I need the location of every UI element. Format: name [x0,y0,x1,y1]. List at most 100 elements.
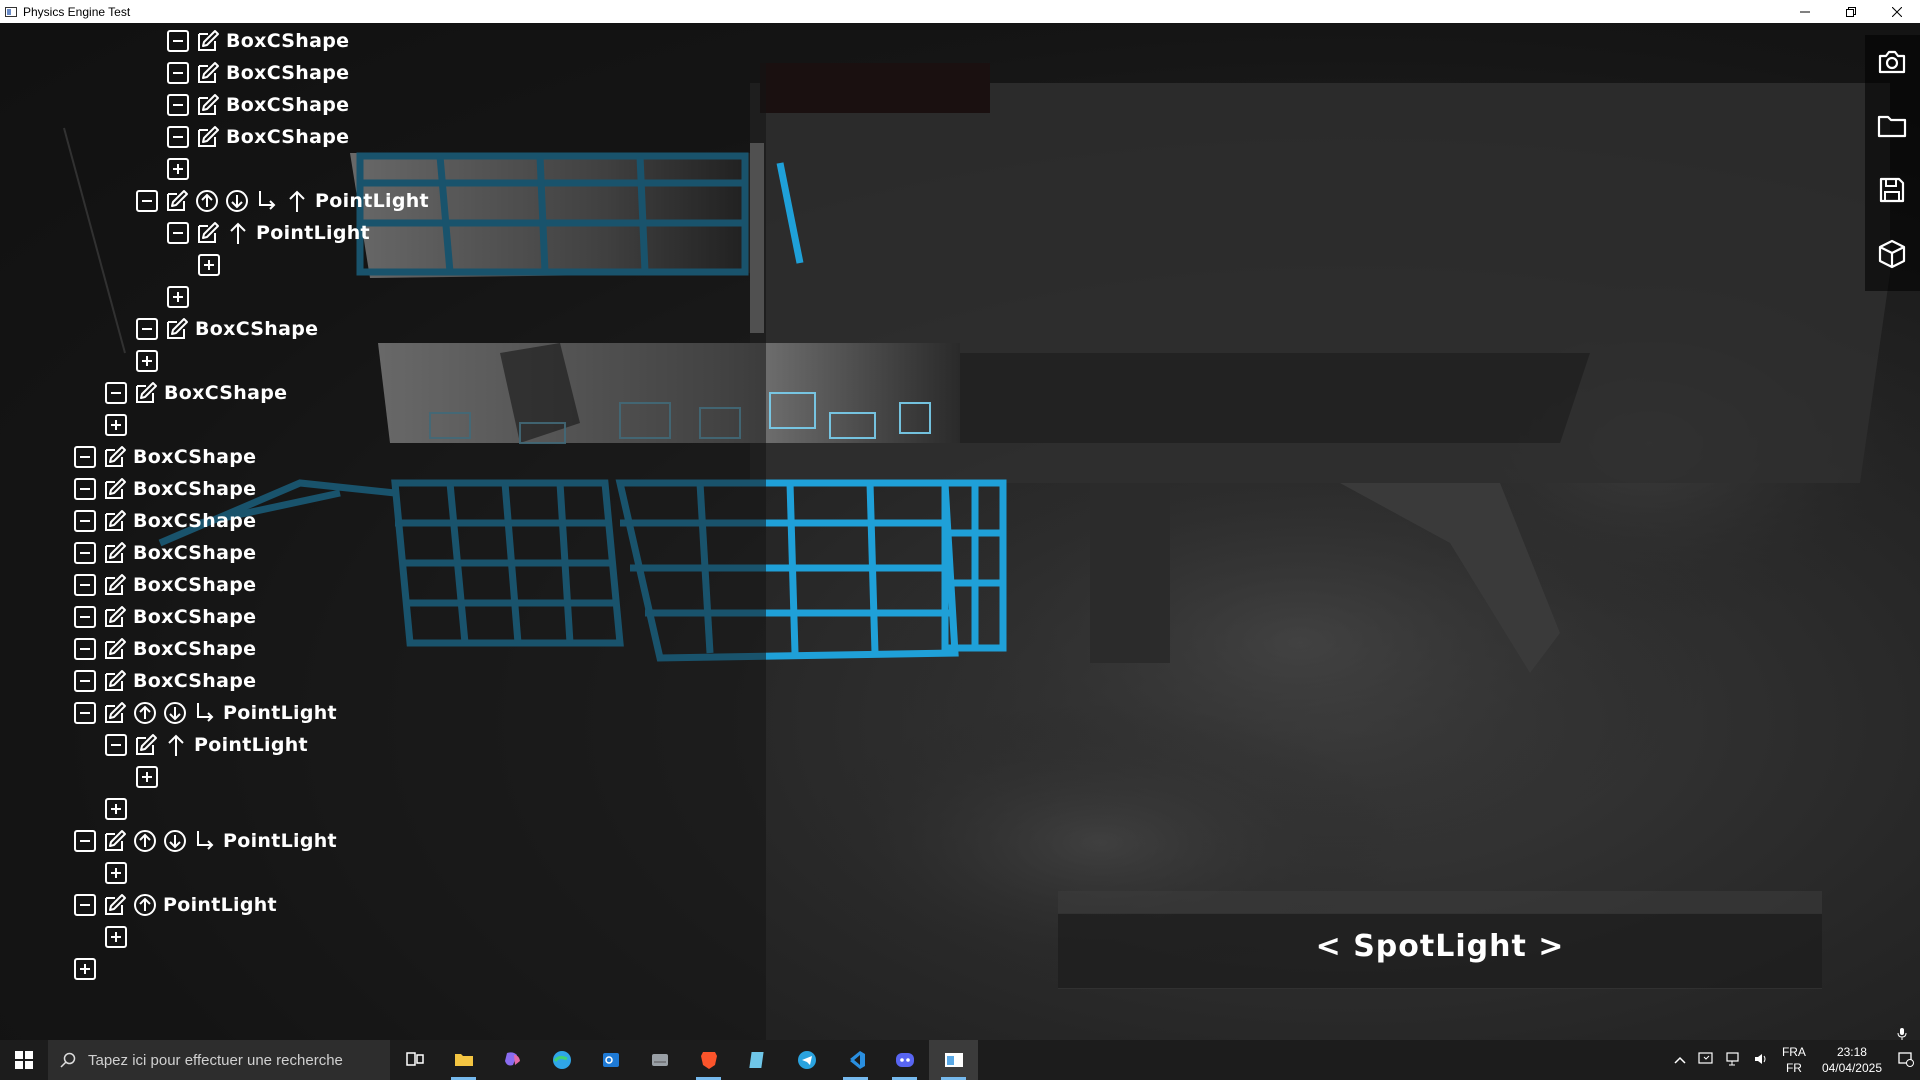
edit-icon[interactable] [102,828,128,854]
taskbar-outlook[interactable] [586,1040,635,1080]
tree-node-label[interactable]: BoxCShape [226,30,349,52]
defender-icon[interactable] [1698,1051,1714,1069]
tree-node-label[interactable]: PointLight [256,222,370,244]
close-icon[interactable] [1874,0,1920,23]
taskbar-vscode[interactable] [831,1040,880,1080]
add-icon[interactable] [196,252,222,278]
tree-node-label[interactable]: PointLight [194,734,308,756]
tree-node-label[interactable]: BoxCShape [164,382,287,404]
restore-icon[interactable] [1828,0,1874,23]
taskbar-task-view[interactable] [390,1040,439,1080]
move-up-icon[interactable] [132,892,158,918]
edit-icon[interactable] [133,380,159,406]
tree-node-label[interactable]: PointLight [223,702,337,724]
clock[interactable]: 23:18 04/04/2025 [1822,1044,1882,1076]
remove-icon[interactable] [72,444,98,470]
remove-icon[interactable] [165,124,191,150]
start-button[interactable] [0,1040,48,1080]
tree-node-label[interactable]: BoxCShape [226,126,349,148]
selector-prev-button[interactable]: < [1316,929,1342,964]
edit-icon[interactable] [102,700,128,726]
remove-icon[interactable] [134,188,160,214]
language-indicator[interactable]: FRA FR [1782,1044,1806,1076]
save-button[interactable] [1875,173,1909,207]
add-icon[interactable] [134,764,160,790]
remove-icon[interactable] [72,572,98,598]
notification-icon[interactable] [1898,1051,1914,1070]
edit-icon[interactable] [102,668,128,694]
edit-icon[interactable] [164,188,190,214]
move-down-icon[interactable] [224,188,250,214]
taskbar-discord[interactable] [880,1040,929,1080]
tree-node-label[interactable]: BoxCShape [133,670,256,692]
add-icon[interactable] [72,956,98,982]
remove-icon[interactable] [134,316,160,342]
volume-icon[interactable] [1754,1052,1770,1069]
edit-icon[interactable] [102,476,128,502]
edit-icon[interactable] [102,604,128,630]
tree-node-label[interactable]: BoxCShape [133,446,256,468]
remove-icon[interactable] [72,700,98,726]
edit-icon[interactable] [102,892,128,918]
tree-node-label[interactable]: PointLight [223,830,337,852]
taskbar-edge[interactable] [537,1040,586,1080]
move-up-icon[interactable] [194,188,220,214]
edit-icon[interactable] [102,508,128,534]
tree-node-label[interactable]: BoxCShape [195,318,318,340]
edit-icon[interactable] [102,636,128,662]
move-up-icon[interactable] [132,828,158,854]
child-arrow-icon[interactable] [254,188,280,214]
taskbar-brave[interactable] [684,1040,733,1080]
selector-next-button[interactable]: > [1538,929,1564,964]
camera-button[interactable] [1875,45,1909,79]
remove-icon[interactable] [165,60,191,86]
remove-icon[interactable] [72,604,98,630]
remove-icon[interactable] [103,732,129,758]
tree-node-label[interactable]: BoxCShape [133,478,256,500]
add-icon[interactable] [103,412,129,438]
edit-icon[interactable] [195,92,221,118]
remove-icon[interactable] [165,28,191,54]
add-object-button[interactable] [1875,237,1909,271]
network-icon[interactable] [1726,1051,1742,1069]
edit-icon[interactable] [164,316,190,342]
add-icon[interactable] [103,796,129,822]
scene-viewport[interactable]: BoxCShape BoxCShape BoxCShape BoxCShape Poin… [0,23,1920,1040]
taskbar-notepad[interactable] [733,1040,782,1080]
tree-node-label[interactable]: BoxCShape [133,574,256,596]
child-arrow-icon[interactable] [192,828,218,854]
taskbar-copilot[interactable] [488,1040,537,1080]
tree-node-label[interactable]: BoxCShape [133,510,256,532]
add-icon[interactable] [165,156,191,182]
add-icon[interactable] [103,860,129,886]
remove-icon[interactable] [72,892,98,918]
tree-node-label[interactable]: PointLight [163,894,277,916]
tree-node-label[interactable]: BoxCShape [133,606,256,628]
add-icon[interactable] [103,924,129,950]
tree-node-label[interactable]: BoxCShape [133,542,256,564]
remove-icon[interactable] [72,636,98,662]
edit-icon[interactable] [195,60,221,86]
add-icon[interactable] [134,348,160,374]
move-up-icon[interactable] [132,700,158,726]
child-arrow-icon[interactable] [192,700,218,726]
remove-icon[interactable] [72,540,98,566]
tree-node-label[interactable]: BoxCShape [226,62,349,84]
edit-icon[interactable] [195,28,221,54]
taskbar-physics-engine[interactable] [929,1040,978,1080]
add-icon[interactable] [165,284,191,310]
remove-icon[interactable] [72,508,98,534]
remove-icon[interactable] [165,92,191,118]
remove-icon[interactable] [72,476,98,502]
taskbar-telegram[interactable] [782,1040,831,1080]
edit-icon[interactable] [102,444,128,470]
tree-node-label[interactable]: BoxCShape [226,94,349,116]
taskbar-files[interactable] [635,1040,684,1080]
remove-icon[interactable] [165,220,191,246]
chevron-up-icon[interactable] [1674,1053,1686,1067]
remove-icon[interactable] [72,668,98,694]
move-down-icon[interactable] [162,700,188,726]
minimize-icon[interactable] [1782,0,1828,23]
edit-icon[interactable] [195,124,221,150]
tree-node-label[interactable]: BoxCShape [133,638,256,660]
